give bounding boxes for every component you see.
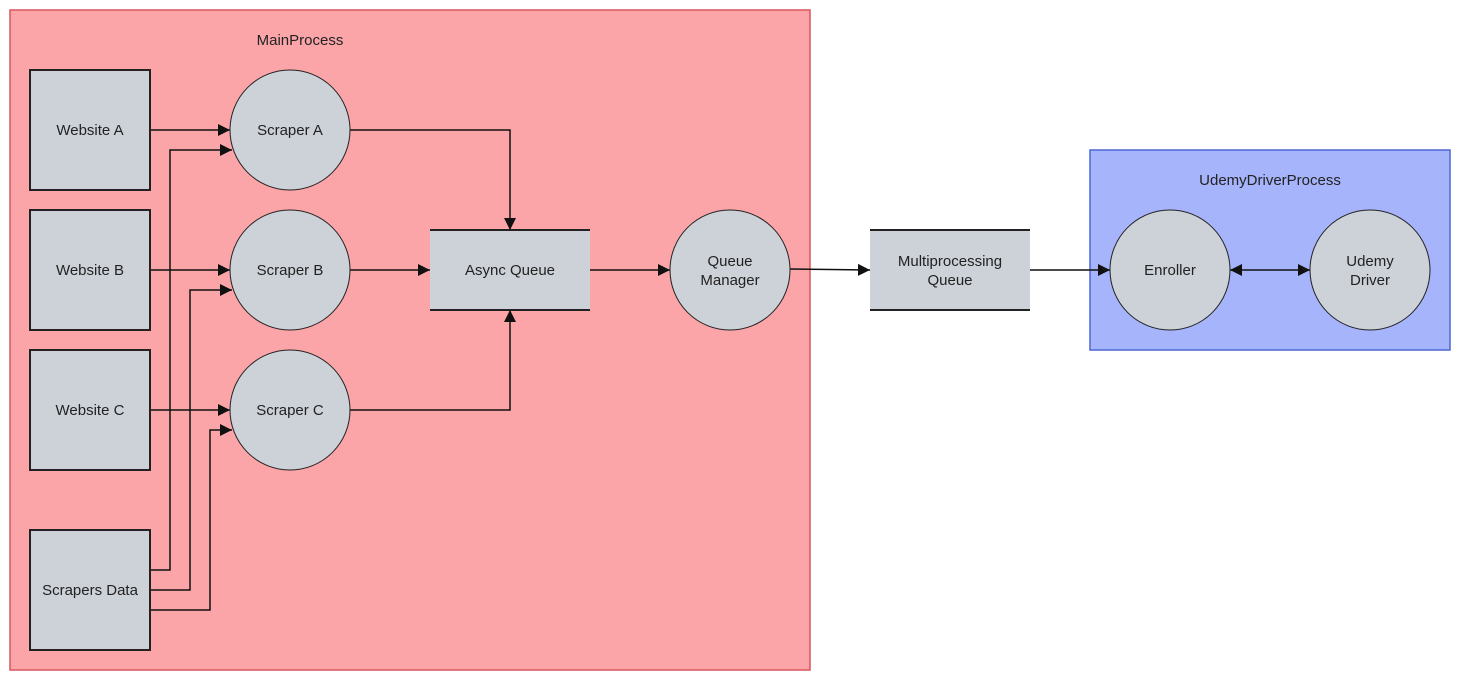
node-scraper-b: Scraper B	[229, 209, 351, 331]
udemy-driver-label-line2: Driver	[1350, 272, 1390, 289]
enroller-label: Enroller	[1144, 262, 1196, 279]
node-udemy-driver: Udemy Driver	[1309, 209, 1431, 331]
multiprocessing-queue-box	[870, 230, 1030, 310]
multiprocessing-queue-label-line1: Multiprocessing	[898, 253, 1002, 270]
node-scraper-a: Scraper A	[229, 69, 351, 191]
scraper-c-label: Scraper C	[256, 402, 324, 419]
node-website-a: Website A	[29, 69, 151, 191]
scraper-a-label: Scraper A	[257, 122, 323, 139]
node-scrapers-data: Scrapers Data	[29, 529, 151, 651]
udemy-driver-circle	[1309, 209, 1431, 331]
website-c-label: Website C	[56, 402, 125, 419]
architecture-diagram: MainProcess UdemyDriverProcess Website A…	[9, 9, 1451, 671]
main-process-label: MainProcess	[257, 32, 344, 49]
node-website-c: Website C	[29, 349, 151, 471]
node-enroller: Enroller	[1109, 209, 1231, 331]
scraper-b-label: Scraper B	[257, 262, 324, 279]
website-a-label: Website A	[56, 122, 123, 139]
async-queue-label: Async Queue	[465, 262, 555, 279]
node-scraper-c: Scraper C	[229, 349, 351, 471]
queue-manager-label-line2: Manager	[700, 272, 759, 289]
edge-queue-manager-to-mp-queue	[789, 263, 871, 276]
node-website-b: Website B	[29, 209, 151, 331]
udemy-driver-process-label: UdemyDriverProcess	[1199, 172, 1341, 189]
udemy-driver-label-line1: Udemy	[1346, 253, 1394, 270]
queue-manager-label-line1: Queue	[707, 253, 752, 270]
node-async-queue: Async Queue	[430, 229, 590, 311]
node-multiprocessing-queue: Multiprocessing Queue	[870, 229, 1030, 311]
queue-manager-circle	[669, 209, 791, 331]
node-queue-manager: Queue Manager	[669, 209, 791, 331]
scrapers-data-label: Scrapers Data	[42, 582, 139, 599]
multiprocessing-queue-label-line2: Queue	[927, 272, 972, 289]
website-b-label: Website B	[56, 262, 124, 279]
